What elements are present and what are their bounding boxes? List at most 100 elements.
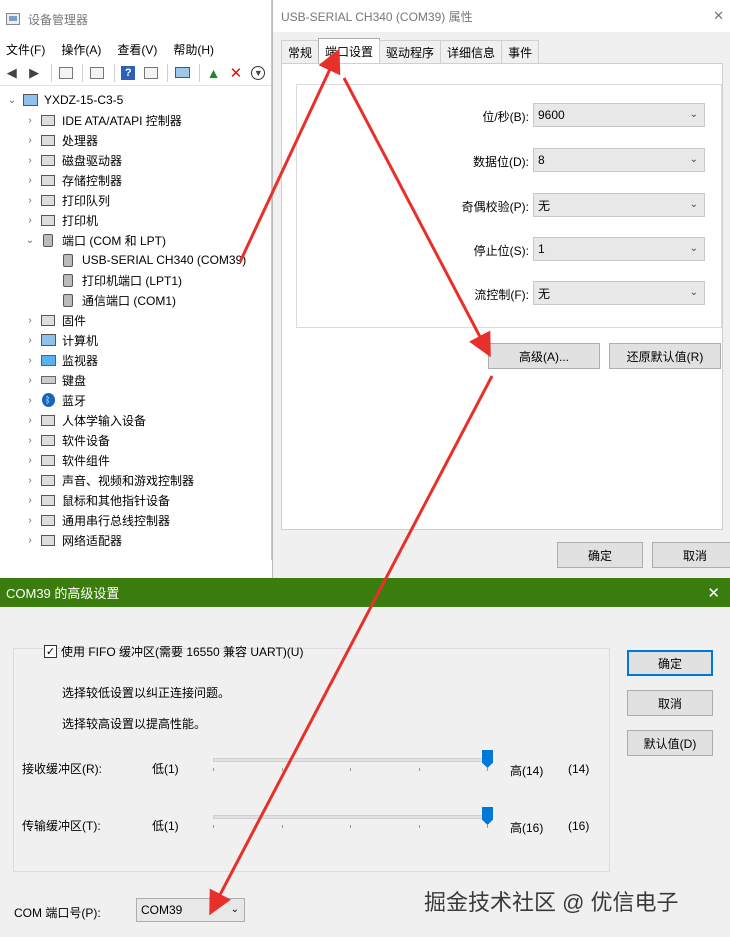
tree-child-item[interactable]: 通信端口 (COM1) (0, 290, 271, 310)
advanced-cancel-button[interactable]: 取消 (627, 690, 713, 716)
tree-item[interactable]: › 声音、视频和游戏控制器 (0, 470, 271, 490)
expand-chevron-icon[interactable]: › (24, 495, 36, 506)
stop-bits-select[interactable]: 1 ⌄ (533, 237, 705, 261)
slider-track (213, 758, 487, 762)
back-icon[interactable]: ◀ (2, 63, 21, 83)
chevron-down-icon: ⌄ (689, 199, 698, 210)
tree-item[interactable]: › 键盘 (0, 370, 271, 390)
tree-item[interactable]: › 软件组件 (0, 450, 271, 470)
menu-file[interactable]: 文件(F) (6, 41, 45, 58)
expand-chevron-icon[interactable]: › (24, 195, 36, 206)
close-icon[interactable]: ✕ (713, 8, 724, 24)
disable-device-icon[interactable]: ▼ (249, 63, 268, 83)
uninstall-icon[interactable]: ✕ (226, 63, 245, 83)
tab-details[interactable]: 详细信息 (440, 40, 503, 64)
toolbar-separator (113, 63, 115, 82)
tree-item[interactable]: › 通用串行总线控制器 (0, 510, 271, 530)
tree-child-item[interactable]: USB-SERIAL CH340 (COM39) (0, 250, 271, 270)
fifo-checkbox[interactable]: ✓ 使用 FIFO 缓冲区(需要 16550 兼容 UART)(U) (44, 643, 303, 660)
receive-buffer-slider[interactable] (213, 750, 493, 776)
tree-item[interactable]: ⌄ 端口 (COM 和 LPT) (0, 230, 271, 250)
tree-item[interactable]: › 打印队列 (0, 190, 271, 210)
hint-high: 选择较高设置以提高性能。 (62, 717, 207, 731)
forward-icon[interactable]: ▶ (24, 63, 43, 83)
device-tree: ⌄ YXDZ-15-C3-5 › IDE ATA/ATAPI 控制器 › 处理器 › 磁盘… (0, 86, 271, 550)
expand-chevron-icon[interactable]: › (24, 315, 36, 326)
defaults-button[interactable]: 默认值(D) (627, 730, 713, 756)
tab-driver[interactable]: 驱动程序 (379, 40, 442, 64)
ok-button[interactable]: 确定 (557, 542, 643, 568)
expand-chevron-icon[interactable]: › (24, 435, 36, 446)
advanced-button[interactable]: 高级(A)... (488, 343, 600, 369)
parity-select[interactable]: 无 ⌄ (533, 193, 705, 217)
tab-port-settings[interactable]: 端口设置 (318, 38, 381, 64)
data-bits-label: 数据位(D): (473, 155, 529, 169)
tree-item[interactable]: › 监视器 (0, 350, 271, 370)
tab-general[interactable]: 常规 (281, 40, 320, 64)
transmit-buffer-slider[interactable] (213, 807, 493, 833)
tree-item-label: 端口 (COM 和 LPT) (62, 233, 166, 248)
port-settings-panel: 位/秒(B): 9600 ⌄ 数据位(D): 8 ⌄ 奇偶校验(P): 无 ⌄ … (281, 63, 723, 530)
help-icon[interactable]: ? (119, 63, 138, 83)
expand-chevron-icon[interactable]: › (24, 155, 36, 166)
tree-item[interactable]: › 计算机 (0, 330, 271, 350)
tree-item[interactable]: › 处理器 (0, 130, 271, 150)
advanced-ok-button[interactable]: 确定 (627, 650, 713, 676)
expand-chevron-icon[interactable]: › (24, 475, 36, 486)
tree-item[interactable]: › 磁盘驱动器 (0, 150, 271, 170)
tree-item[interactable]: › 固件 (0, 310, 271, 330)
expand-chevron-icon[interactable]: › (24, 115, 36, 126)
expand-chevron-icon[interactable]: › (24, 355, 36, 366)
expand-chevron-icon[interactable]: › (24, 135, 36, 146)
properties-icon[interactable] (87, 63, 106, 83)
menu-action[interactable]: 操作(A) (61, 41, 101, 58)
tree-item[interactable]: › 存储控制器 (0, 170, 271, 190)
tree-item[interactable]: › 人体学输入设备 (0, 410, 271, 430)
expand-chevron-icon[interactable]: › (24, 215, 36, 226)
data-bits-select[interactable]: 8 ⌄ (533, 148, 705, 172)
tree-item[interactable]: › 软件设备 (0, 430, 271, 450)
bits-per-second-select[interactable]: 9600 ⌄ (533, 103, 705, 127)
tree-root[interactable]: ⌄ YXDZ-15-C3-5 (0, 90, 271, 110)
menu-view[interactable]: 查看(V) (117, 41, 157, 58)
expand-chevron-icon[interactable]: › (24, 335, 36, 346)
cancel-button[interactable]: 取消 (652, 542, 730, 568)
mouse-icon (40, 493, 56, 507)
print-queue-icon (40, 193, 56, 207)
update-driver-icon[interactable]: ▲ (204, 63, 223, 83)
action-pane-icon[interactable] (141, 63, 160, 83)
tree-child-item[interactable]: 打印机端口 (LPT1) (0, 270, 271, 290)
com-port-select[interactable]: COM39 ⌄ (136, 898, 245, 922)
expand-chevron-icon[interactable]: › (24, 415, 36, 426)
tree-item[interactable]: › 网络适配器 (0, 530, 271, 550)
bits-per-second-value: 9600 (538, 108, 565, 122)
collapse-chevron-icon[interactable]: ⌄ (6, 95, 18, 106)
tree-item[interactable]: › ᛒ 蓝牙 (0, 390, 271, 410)
scan-hardware-icon[interactable] (172, 63, 191, 83)
close-icon[interactable]: ✕ (707, 584, 720, 602)
chevron-down-icon: ⌄ (689, 243, 698, 254)
expand-chevron-icon[interactable]: › (24, 175, 36, 186)
expand-chevron-icon[interactable]: › (24, 375, 36, 386)
tree-item[interactable]: › 打印机 (0, 210, 271, 230)
slider-tick (487, 825, 488, 828)
toolbar-separator (198, 63, 200, 82)
advanced-title: COM39 的高级设置 (6, 586, 120, 601)
flow-control-select[interactable]: 无 ⌄ (533, 281, 705, 305)
show-hide-console-icon[interactable] (56, 63, 75, 83)
tree-item[interactable]: › IDE ATA/ATAPI 控制器 (0, 110, 271, 130)
flow-control-value: 无 (538, 286, 551, 301)
tree-item-label: 鼠标和其他指针设备 (62, 493, 171, 508)
expand-chevron-icon[interactable]: › (24, 515, 36, 526)
menu-help[interactable]: 帮助(H) (173, 41, 214, 58)
tree-item-label: 打印机 (62, 213, 99, 228)
printer-icon (40, 213, 56, 227)
tree-item[interactable]: › 鼠标和其他指针设备 (0, 490, 271, 510)
restore-defaults-button[interactable]: 还原默认值(R) (609, 343, 721, 369)
tree-item-label: 软件设备 (62, 433, 111, 448)
tab-events[interactable]: 事件 (501, 40, 540, 64)
collapse-chevron-icon[interactable]: ⌄ (24, 235, 36, 246)
expand-chevron-icon[interactable]: › (24, 455, 36, 466)
expand-chevron-icon[interactable]: › (24, 395, 36, 406)
expand-chevron-icon[interactable]: › (24, 535, 36, 546)
